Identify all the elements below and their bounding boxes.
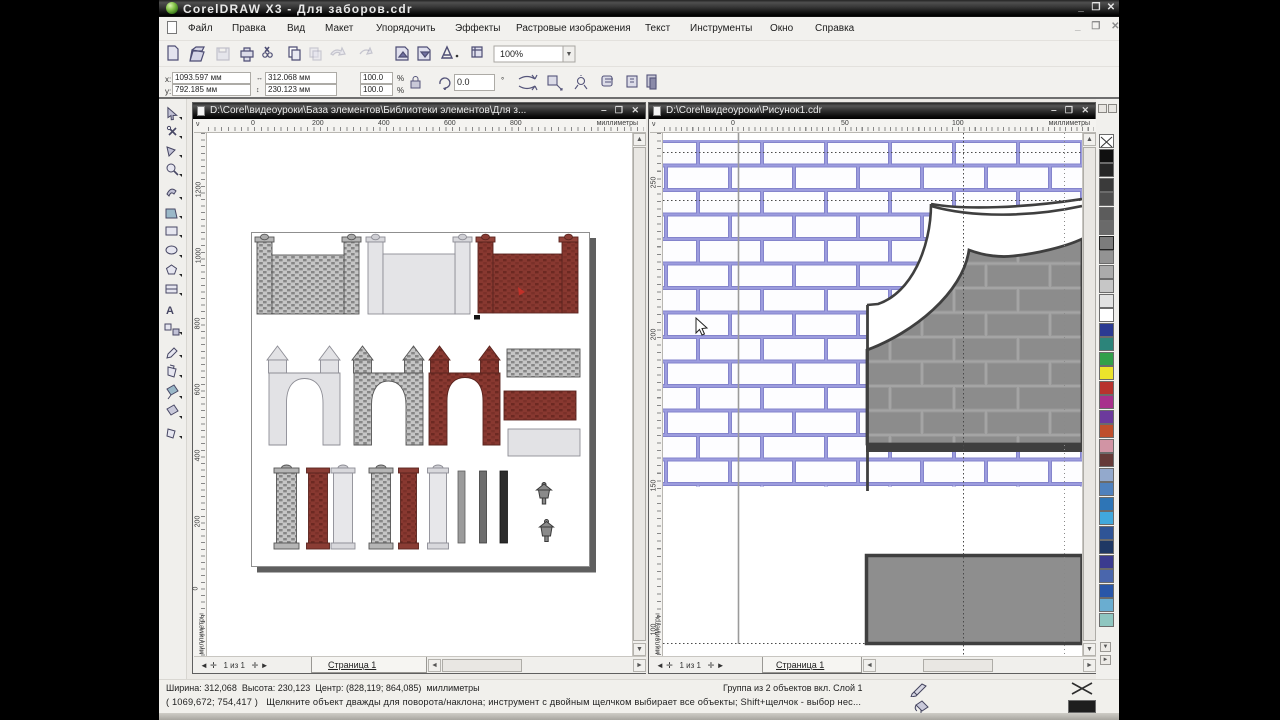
svg-text:100%: 100% (500, 49, 523, 59)
svg-text:▼: ▼ (566, 51, 573, 58)
svg-text:A: A (166, 305, 174, 317)
